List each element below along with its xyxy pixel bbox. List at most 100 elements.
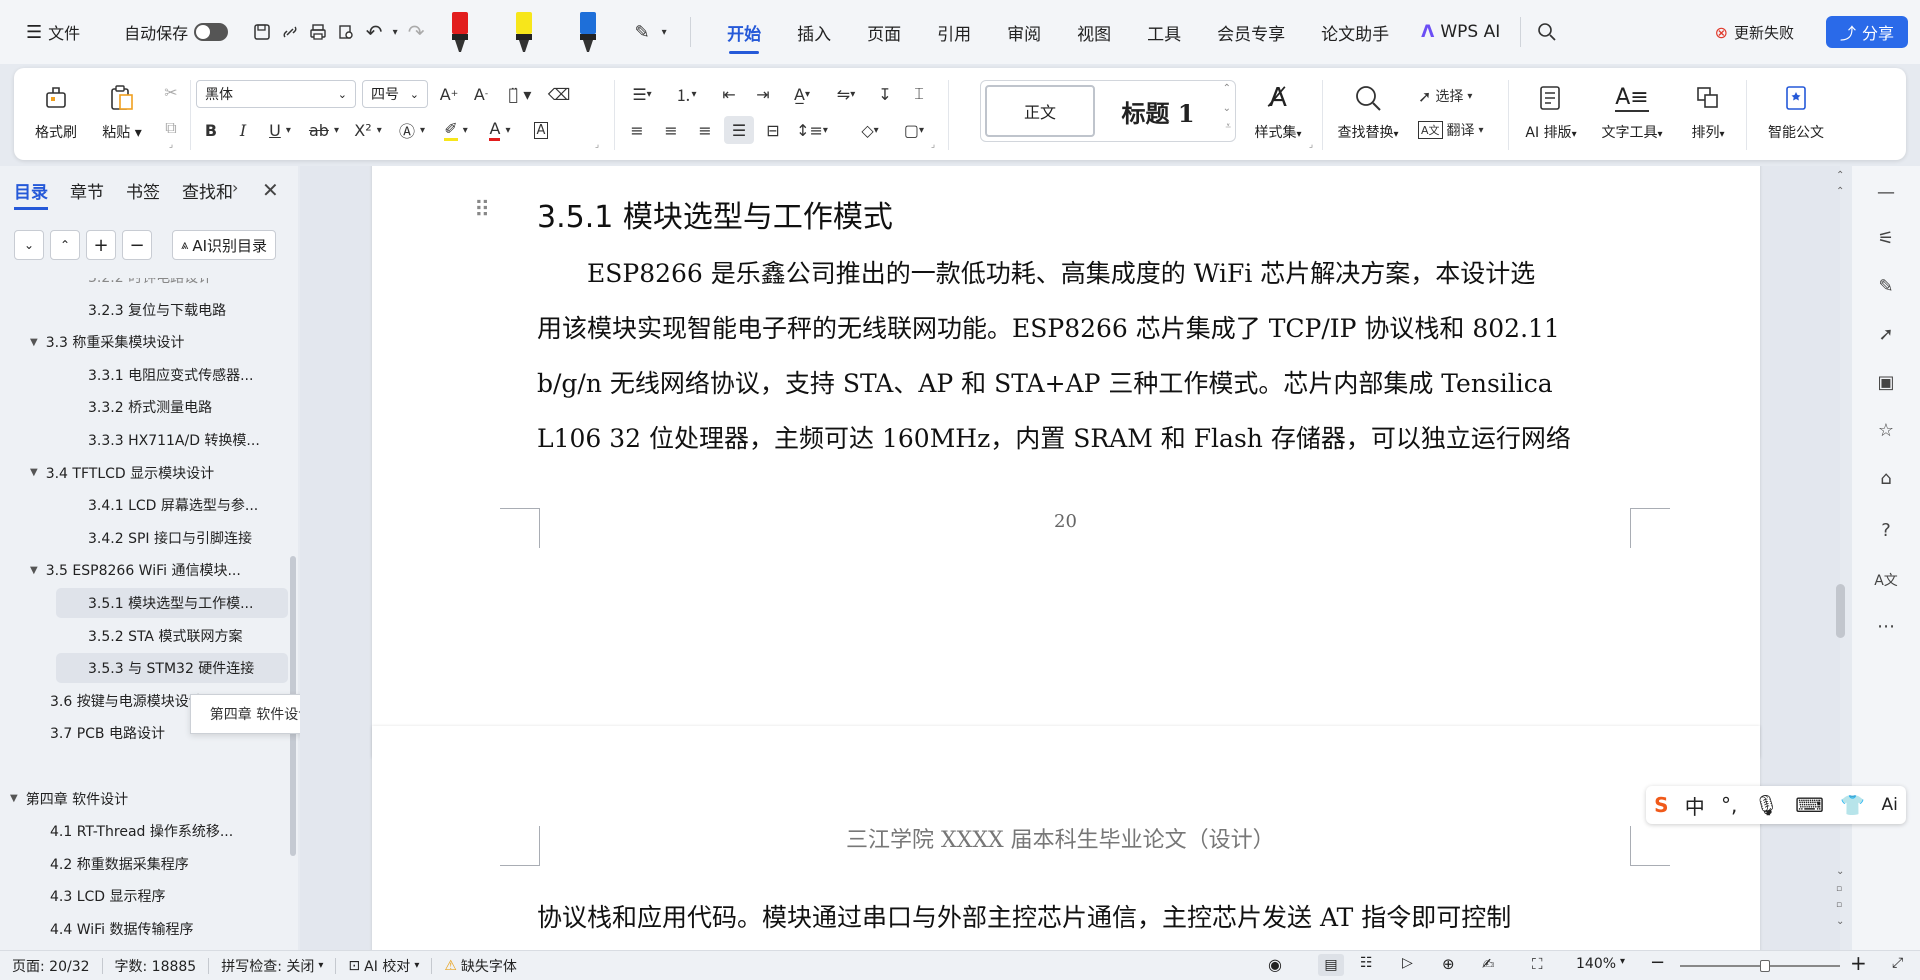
file-menu[interactable]: ☰ 文件 bbox=[18, 14, 88, 50]
scroll-up-icon[interactable]: ⌃ bbox=[1836, 170, 1844, 181]
pen-tool-icon[interactable]: ✎ bbox=[628, 18, 656, 46]
toc-item[interactable]: 4.2 称重数据采集程序 bbox=[50, 849, 280, 879]
phonetic-guide-icon[interactable]: 文̈ ▾ bbox=[500, 80, 540, 108]
punctuation-icon[interactable]: °, bbox=[1721, 793, 1737, 817]
zoom-out-icon[interactable]: − bbox=[1650, 952, 1665, 973]
toc-item[interactable]: 4.1 RT-Thread 操作系统移... bbox=[50, 816, 280, 846]
show-marks-icon[interactable]: ⌶ bbox=[904, 80, 934, 108]
nav-tab-1[interactable]: 章节 bbox=[70, 178, 104, 210]
toc-item[interactable]: ▼ 3.3 称重采集模块设计 bbox=[30, 327, 280, 357]
smart-doc-button[interactable]: 智能公文 bbox=[1756, 76, 1836, 152]
dialog-launcher-icon[interactable]: ⌟ bbox=[1304, 138, 1318, 152]
web-view-icon[interactable]: ⊕ bbox=[1442, 955, 1455, 973]
caret-down-icon[interactable]: ▼ bbox=[30, 467, 38, 478]
sogou-logo-icon[interactable]: S bbox=[1654, 793, 1668, 817]
print-icon[interactable] bbox=[304, 18, 332, 46]
fit-page-icon[interactable]: ⛶ bbox=[1532, 955, 1543, 973]
yellow-pen-icon[interactable] bbox=[504, 7, 544, 57]
dialog-launcher-icon[interactable]: ⌟ bbox=[164, 138, 178, 152]
grow-font-icon[interactable]: A + bbox=[434, 80, 464, 108]
autosave-toggle[interactable]: 自动保存 bbox=[116, 14, 236, 50]
ai-layout-button[interactable]: AI 排版▾ bbox=[1514, 76, 1588, 152]
redo-icon[interactable]: ↷ bbox=[402, 18, 430, 46]
tab-1[interactable]: 插入 bbox=[779, 0, 849, 64]
document-page[interactable]: 三江学院 XXXX 届本科生毕业论文（设计） 协议栈和应用代码。模块通过串口与外… bbox=[372, 726, 1760, 950]
toc-item[interactable]: 3.5.1 模块选型与工作模... bbox=[56, 588, 288, 618]
increase-indent-icon[interactable]: ⇥ bbox=[748, 80, 778, 108]
drag-handle-icon[interactable]: ⠿ bbox=[474, 198, 490, 223]
style-scroll-up-icon[interactable]: ⌃ bbox=[1223, 83, 1231, 94]
translate-icon[interactable]: A文 bbox=[1872, 566, 1900, 594]
scroll-up-more-icon[interactable]: ⌃ bbox=[1836, 186, 1844, 197]
style-more-icon[interactable]: ⩡ bbox=[1225, 121, 1231, 132]
toc-item[interactable]: ▼ 第四章 软件设计 bbox=[10, 784, 280, 814]
toc-item[interactable]: 3.3.2 桥式测量电路 bbox=[88, 392, 280, 422]
line-spacing-icon[interactable]: ↕≡ ▾ bbox=[792, 116, 832, 144]
dialog-launcher-icon[interactable]: ⌟ bbox=[590, 138, 604, 152]
play-icon[interactable]: ▷ bbox=[1402, 955, 1413, 971]
tab-7[interactable]: 会员专享 bbox=[1199, 0, 1303, 64]
toc-item[interactable]: ▼ 3.5 ESP8266 WiFi 通信模块... bbox=[30, 555, 280, 585]
remove-heading-button[interactable]: − bbox=[122, 230, 152, 260]
fullscreen-icon[interactable]: ⤢ bbox=[1892, 955, 1903, 971]
numbered-list-icon[interactable]: ⒈ ▾ bbox=[666, 80, 706, 108]
character-border-icon[interactable]: A bbox=[526, 116, 556, 144]
cut-icon[interactable]: ✂ bbox=[156, 78, 186, 106]
shrink-font-icon[interactable]: A- bbox=[466, 80, 496, 108]
format-painter-button[interactable]: 格式刷 bbox=[24, 76, 88, 152]
tab-0[interactable]: 开始 bbox=[709, 0, 779, 64]
text-effect-icon[interactable]: Ⓐ ▾ bbox=[392, 116, 432, 144]
tab-6[interactable]: 工具 bbox=[1129, 0, 1199, 64]
font-name-select[interactable]: 黑体 ⌄ bbox=[196, 80, 356, 108]
text-direction-icon[interactable]: ⇋ ▾ bbox=[826, 80, 866, 108]
nav-tab-2[interactable]: 书签 bbox=[126, 178, 160, 210]
text-tools-button[interactable]: A≡ 文字工具▾ bbox=[1592, 76, 1672, 152]
toc-item[interactable]: 3.5.3 与 STM32 硬件连接 bbox=[56, 653, 288, 684]
ai-image-icon[interactable]: ▣ bbox=[1872, 368, 1900, 396]
caret-down-icon[interactable]: ▼ bbox=[10, 793, 18, 804]
tab-5[interactable]: 视图 bbox=[1059, 0, 1129, 64]
chinese-layout-icon[interactable]: A̲ ▾ bbox=[782, 80, 822, 108]
red-pen-icon[interactable] bbox=[440, 7, 480, 57]
italic-icon[interactable]: I bbox=[228, 116, 258, 144]
dialog-launcher-icon[interactable]: ⌟ bbox=[926, 138, 940, 152]
document-scrollbar[interactable]: ⌃ ⌃ ⌄ ▫ ▫ ⌄ bbox=[1832, 166, 1850, 950]
search-icon[interactable] bbox=[1533, 18, 1561, 46]
clear-format-icon[interactable]: ⌫ bbox=[544, 80, 574, 108]
microphone-icon[interactable]: 🎙 bbox=[1754, 793, 1779, 817]
decrease-indent-icon[interactable]: ⇤ bbox=[714, 80, 744, 108]
justify-icon[interactable]: ☰ bbox=[724, 116, 754, 144]
pointer-icon[interactable]: ➚ bbox=[1872, 320, 1900, 348]
align-right-icon[interactable]: ≡ bbox=[690, 116, 720, 144]
add-heading-button[interactable]: + bbox=[86, 230, 116, 260]
style-heading1[interactable]: 标题 1 bbox=[1103, 85, 1213, 137]
sort-icon[interactable]: ↧ bbox=[870, 80, 900, 108]
page-indicator[interactable]: 页面: 20/32 bbox=[0, 956, 102, 976]
caret-down-icon[interactable]: ▼ bbox=[30, 337, 38, 348]
tab-3[interactable]: 引用 bbox=[919, 0, 989, 64]
adjust-icon[interactable]: ⚟ bbox=[1872, 224, 1900, 252]
help-icon[interactable]: ? bbox=[1872, 516, 1900, 544]
superscript-icon[interactable]: X² ▾ bbox=[348, 116, 388, 144]
ai-toc-button[interactable]: ⩓ AI识别目录 bbox=[172, 230, 277, 260]
more-icon[interactable]: ⋯ bbox=[1872, 612, 1900, 640]
style-scroll-down-icon[interactable]: ⌄ bbox=[1223, 103, 1231, 114]
collapse-sidebar-icon[interactable]: — bbox=[1872, 178, 1900, 206]
zoom-level[interactable]: 140% ▾ bbox=[1576, 956, 1625, 972]
expand-up-button[interactable]: ⌃ bbox=[50, 230, 80, 260]
font-color-icon[interactable]: A ▾ bbox=[480, 116, 520, 144]
ime-language-toggle[interactable]: 中 bbox=[1685, 791, 1705, 820]
pen-dropdown-icon[interactable]: ▾ bbox=[656, 18, 672, 46]
toc-item[interactable]: ▼ 3.4 TFTLCD 显示模块设计 bbox=[30, 458, 280, 488]
select-button[interactable]: ➚ 选择 ▾ bbox=[1418, 82, 1498, 110]
missing-font-warning[interactable]: ⚠ 缺失字体 bbox=[432, 956, 529, 976]
document-page[interactable]: ⠿ 3.5.1 模块选型与工作模式 ESP8266 是乐鑫公司推出的一款低功耗、… bbox=[372, 166, 1760, 758]
link-icon[interactable] bbox=[276, 18, 304, 46]
shirt-icon[interactable]: ⌂ bbox=[1872, 464, 1900, 492]
ai-proofread-button[interactable]: ⊡ AI 校对 ▾ bbox=[336, 956, 431, 976]
align-center-icon[interactable]: ≡ bbox=[656, 116, 686, 144]
style-set-button[interactable]: A̸ 样式集▾ bbox=[1246, 76, 1310, 152]
page-view-icon[interactable]: ▤ bbox=[1318, 954, 1344, 976]
toc-item[interactable]: 3.3.1 电阻应变式传感器... bbox=[88, 360, 280, 390]
highlight-icon[interactable]: ✐ ▾ bbox=[436, 116, 476, 144]
